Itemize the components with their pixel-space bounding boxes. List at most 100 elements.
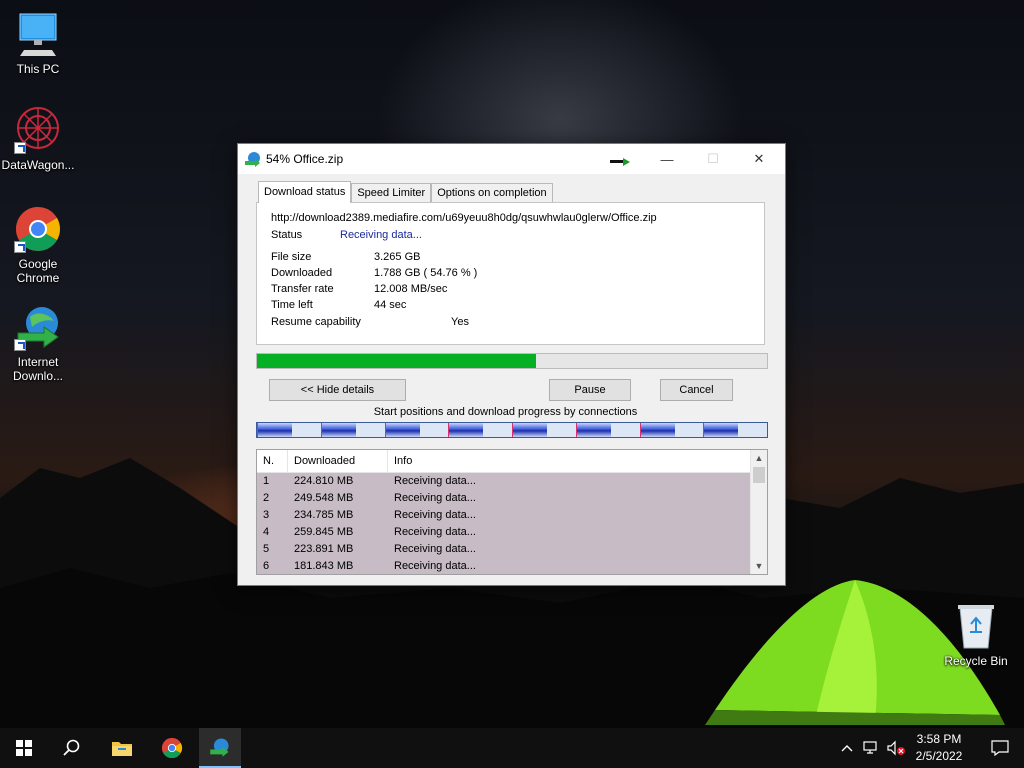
connection-progress	[384, 423, 420, 437]
transfer-rate-value: 12.008 MB/sec	[374, 283, 448, 295]
connection-remaining	[483, 423, 512, 437]
downloaded-label: Downloaded	[271, 267, 333, 279]
desktop-icon-datawagon[interactable]: DataWagon...	[0, 106, 76, 172]
maximize-button[interactable]: ☐	[690, 144, 736, 174]
row-number: 6	[263, 560, 270, 572]
row-number: 5	[263, 543, 270, 555]
row-info: Receiving data...	[394, 475, 476, 487]
table-row[interactable]: 2 249.548 MB Receiving data...	[257, 490, 750, 507]
download-progress-window: 54% Office.zip — ☐ ✕ Download status Spe…	[237, 143, 786, 586]
tab-download-status[interactable]: Download status	[258, 181, 352, 203]
time-left-value: 44 sec	[374, 299, 407, 311]
row-info: Receiving data...	[394, 560, 476, 572]
connection-start-marker	[448, 423, 450, 437]
connection-segment	[320, 423, 385, 437]
clock-date[interactable]: 2/5/2022	[906, 749, 972, 763]
desktop-icon-google-chrome[interactable]: Google Chrome	[0, 205, 76, 285]
download-progress-bar	[256, 353, 768, 369]
connections-list: N. Downloaded Info 1 224.810 MB Receivin…	[256, 449, 768, 575]
resume-capability-label: Resume capability	[271, 316, 361, 328]
file-explorer-icon	[112, 742, 132, 756]
volume-button[interactable]	[884, 728, 908, 768]
connection-start-marker	[257, 423, 258, 437]
desktop-icon-this-pc[interactable]: This PC	[0, 10, 76, 76]
tab-strip: Download status Speed Limiter Options on…	[258, 181, 553, 203]
row-number: 4	[263, 526, 270, 538]
table-row[interactable]: 3 234.785 MB Receiving data...	[257, 507, 750, 524]
start-button[interactable]	[0, 728, 48, 768]
scroll-down-icon[interactable]: ▼	[751, 558, 767, 574]
downloaded-row: Downloaded 1.788 GB ( 54.76 % )	[271, 267, 477, 279]
tab-speed-limiter[interactable]: Speed Limiter	[351, 183, 432, 203]
table-row[interactable]: 4 259.845 MB Receiving data...	[257, 524, 750, 541]
connection-progress	[703, 423, 739, 437]
connection-progress	[448, 423, 484, 437]
row-downloaded: 224.810 MB	[294, 475, 354, 487]
table-row[interactable]: 6 181.843 MB Receiving data...	[257, 558, 750, 574]
resume-capability-value: Yes	[451, 316, 469, 328]
connection-remaining	[610, 423, 640, 437]
datawagon-icon	[14, 106, 62, 154]
connection-progress	[512, 423, 548, 437]
desktop-icon-internet-download-manager[interactable]: Internet Downlo...	[0, 303, 76, 383]
connection-segment	[384, 423, 449, 437]
show-hidden-icons-button[interactable]	[836, 728, 858, 768]
connection-start-marker	[320, 423, 322, 437]
action-center-button[interactable]	[976, 728, 1024, 768]
shortcut-arrow-icon	[14, 241, 26, 253]
downloaded-value: 1.788 GB ( 54.76 % )	[374, 267, 478, 279]
status-label: Status	[271, 229, 303, 241]
table-row[interactable]: 5 223.891 MB Receiving data...	[257, 541, 750, 558]
close-button[interactable]: ✕	[736, 144, 782, 174]
clock-time[interactable]: 3:58 PM	[906, 732, 972, 746]
connection-progress	[320, 423, 356, 437]
scroll-thumb[interactable]	[753, 467, 765, 483]
file-size-value: 3.265 GB	[374, 251, 421, 263]
connection-progress	[639, 423, 675, 437]
desktop-icon-recycle-bin[interactable]: Recycle Bin	[938, 602, 1014, 668]
connection-segment	[703, 423, 767, 437]
list-scrollbar[interactable]: ▲ ▼	[750, 450, 767, 574]
scroll-up-icon[interactable]: ▲	[751, 450, 767, 466]
cancel-button[interactable]: Cancel	[660, 379, 733, 401]
column-header-info[interactable]: Info	[388, 450, 750, 473]
computer-icon	[14, 10, 62, 58]
download-status-panel: http://download2389.mediafire.com/u69yeu…	[256, 202, 765, 345]
column-header-downloaded[interactable]: Downloaded	[288, 450, 388, 473]
search-button[interactable]	[48, 728, 96, 768]
search-icon	[63, 739, 80, 756]
internet-download-manager-icon	[14, 303, 62, 351]
tab-options-on-completion[interactable]: Options on completion	[431, 183, 553, 203]
row-downloaded: 234.785 MB	[294, 509, 354, 521]
title-bar[interactable]: 54% Office.zip — ☐ ✕	[238, 144, 785, 174]
connection-remaining	[738, 423, 767, 437]
minimize-button[interactable]: —	[644, 144, 690, 174]
connection-remaining	[355, 423, 385, 437]
row-downloaded: 259.845 MB	[294, 526, 354, 538]
taskbar-file-explorer[interactable]	[98, 728, 146, 768]
pause-button[interactable]: Pause	[549, 379, 631, 401]
table-row[interactable]: 1 224.810 MB Receiving data...	[257, 473, 750, 490]
connection-segment	[257, 423, 321, 437]
taskbar-chrome[interactable]	[148, 728, 196, 768]
desktop-icon-label: Recycle Bin	[944, 654, 1008, 668]
network-button[interactable]	[860, 728, 884, 768]
chrome-icon	[14, 205, 62, 253]
desktop-icon-label: Google Chrome	[16, 257, 60, 285]
hide-details-button[interactable]: << Hide details	[269, 379, 406, 401]
connection-start-marker	[512, 423, 513, 437]
connection-remaining	[674, 423, 704, 437]
file-size-row: File size 3.265 GB	[271, 251, 420, 263]
internet-download-manager-icon	[245, 152, 260, 167]
status-row: Status Receiving data...	[271, 229, 422, 241]
column-header-number[interactable]: N.	[257, 450, 288, 473]
row-info: Receiving data...	[394, 509, 476, 521]
connection-start-marker	[575, 423, 577, 437]
resume-capability-row: Resume capability Yes	[271, 316, 469, 328]
chevron-up-icon	[841, 745, 853, 752]
connection-remaining	[419, 423, 449, 437]
progress-fill	[257, 354, 537, 368]
connection-remaining	[292, 423, 321, 437]
taskbar-internet-download-manager[interactable]	[199, 728, 241, 768]
row-info: Receiving data...	[394, 526, 476, 538]
